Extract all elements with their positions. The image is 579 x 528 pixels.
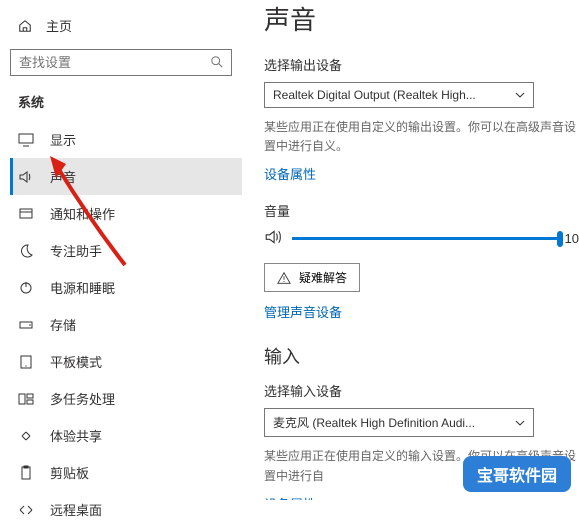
- output-label: 选择输出设备: [264, 55, 579, 74]
- nav-label: 多任务处理: [50, 389, 115, 408]
- home-icon: [18, 19, 32, 33]
- nav-label: 通知和操作: [50, 204, 115, 223]
- sidebar-item-shared[interactable]: 体验共享: [10, 417, 242, 454]
- device-properties-link[interactable]: 设备属性: [264, 164, 316, 183]
- troubleshoot-label: 疑难解答: [299, 269, 347, 286]
- output-desc: 某些应用正在使用自定义的输出设置。你可以在高级声音设置中进行自义。: [264, 118, 579, 156]
- sidebar-item-sound[interactable]: 声音: [10, 158, 242, 195]
- volume-value: 10: [565, 231, 579, 246]
- nav-label: 平板模式: [50, 352, 102, 371]
- page-title: 声音: [264, 0, 579, 37]
- storage-icon: [18, 317, 34, 333]
- nav-label: 声音: [50, 167, 76, 186]
- multitask-icon: [18, 391, 34, 407]
- nav-label: 剪贴板: [50, 463, 89, 482]
- search-field[interactable]: [11, 50, 231, 75]
- device-properties-link-2[interactable]: 设备属性: [264, 494, 316, 500]
- nav-label: 专注助手: [50, 241, 102, 260]
- nav-label: 存储: [50, 315, 76, 334]
- watermark-badge: 宝哥软件园: [463, 456, 571, 492]
- power-icon: [18, 280, 34, 296]
- sidebar-item-remote[interactable]: 远程桌面: [10, 491, 242, 528]
- volume-slider[interactable]: [292, 237, 557, 240]
- sidebar-item-display[interactable]: 显示: [10, 121, 242, 158]
- input-device-value: 麦克风 (Realtek High Definition Audi...: [273, 414, 475, 431]
- sidebar-item-storage[interactable]: 存储: [10, 306, 242, 343]
- sidebar-item-focus[interactable]: 专注助手: [10, 232, 242, 269]
- sidebar-item-power[interactable]: 电源和睡眠: [10, 269, 242, 306]
- nav-label: 电源和睡眠: [50, 278, 115, 297]
- sidebar-item-tablet[interactable]: 平板模式: [10, 343, 242, 380]
- volume-label: 音量: [264, 201, 579, 220]
- output-device-value: Realtek Digital Output (Realtek High...: [273, 88, 476, 102]
- input-device-dropdown[interactable]: 麦克风 (Realtek High Definition Audi...: [264, 408, 534, 437]
- search-icon: [210, 55, 224, 72]
- tablet-icon: [18, 354, 34, 370]
- sidebar-item-multitask[interactable]: 多任务处理: [10, 380, 242, 417]
- home-label: 主页: [46, 16, 72, 35]
- output-device-dropdown[interactable]: Realtek Digital Output (Realtek High...: [264, 82, 534, 108]
- nav-label: 体验共享: [50, 426, 102, 445]
- section-system: 系统: [10, 88, 242, 115]
- focus-icon: [18, 243, 34, 259]
- nav-label: 显示: [50, 130, 76, 149]
- sound-icon: [18, 169, 34, 185]
- troubleshoot-output-button[interactable]: 疑难解答: [264, 263, 360, 292]
- sidebar-item-clipboard[interactable]: 剪贴板: [10, 454, 242, 491]
- input-title: 输入: [264, 343, 579, 369]
- manage-devices-link[interactable]: 管理声音设备: [264, 302, 342, 321]
- display-icon: [18, 132, 34, 148]
- speaker-icon[interactable]: [264, 228, 282, 249]
- sidebar-item-notifications[interactable]: 通知和操作: [10, 195, 242, 232]
- chevron-down-icon: [515, 90, 525, 100]
- home-link[interactable]: 主页: [10, 10, 242, 41]
- search-input[interactable]: [10, 49, 232, 76]
- chevron-down-icon: [515, 418, 525, 428]
- notifications-icon: [18, 206, 34, 222]
- clipboard-icon: [18, 465, 34, 481]
- nav-label: 远程桌面: [50, 500, 102, 519]
- remote-icon: [18, 502, 34, 518]
- warning-icon: [277, 271, 291, 285]
- shared-icon: [18, 428, 34, 444]
- input-label: 选择输入设备: [264, 381, 579, 400]
